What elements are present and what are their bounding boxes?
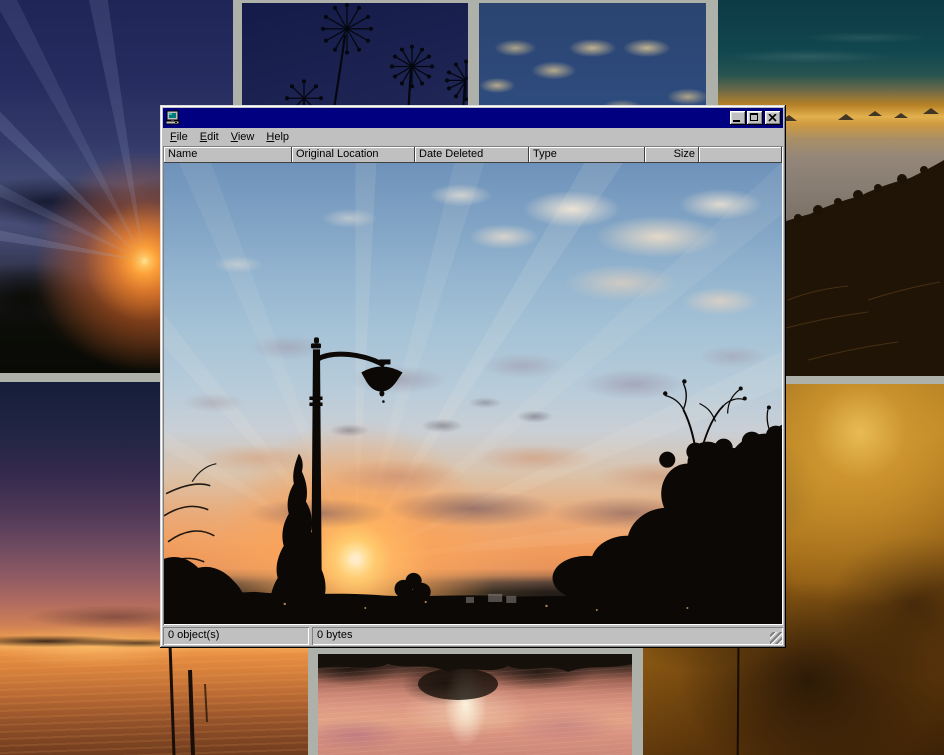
desktop: { "desktop": { "gap_color": "#adb1aa", "… bbox=[0, 0, 944, 755]
minimize-icon bbox=[733, 120, 740, 122]
left-bush bbox=[164, 557, 247, 624]
column-header-type[interactable]: Type bbox=[529, 147, 645, 163]
town-buildings bbox=[466, 594, 516, 603]
close-icon bbox=[768, 114, 777, 122]
column-header-size[interactable]: Size bbox=[645, 147, 699, 163]
minimize-button[interactable] bbox=[730, 111, 746, 125]
recycle-bin-window: File Edit View Help Name Original Locati… bbox=[160, 105, 786, 648]
status-object-count: 0 object(s) bbox=[163, 627, 309, 645]
tree-reflection-silhouette bbox=[318, 654, 632, 755]
sunset-lamppost-photo[interactable] bbox=[164, 163, 782, 624]
list-view: Name Original Location Date Deleted Type… bbox=[163, 146, 783, 625]
column-header-date-deleted[interactable]: Date Deleted bbox=[415, 147, 529, 163]
menu-file[interactable]: File bbox=[164, 129, 194, 145]
resize-grip[interactable] bbox=[770, 632, 782, 644]
maximize-button[interactable] bbox=[747, 111, 763, 125]
maximize-icon bbox=[750, 113, 758, 121]
cypress-tree bbox=[267, 454, 335, 624]
column-header-original-location[interactable]: Original Location bbox=[292, 147, 415, 163]
column-header-filler bbox=[699, 147, 782, 163]
computer-icon[interactable] bbox=[165, 110, 181, 126]
left-wisps bbox=[164, 464, 216, 566]
wallpaper-photo-water-reflection bbox=[318, 654, 632, 755]
titlebar[interactable] bbox=[163, 108, 783, 128]
column-header-name[interactable]: Name bbox=[164, 147, 292, 163]
menu-help[interactable]: Help bbox=[260, 129, 295, 145]
right-trees bbox=[553, 426, 782, 624]
fog-peaks bbox=[781, 108, 939, 121]
menu-view[interactable]: View bbox=[225, 129, 261, 145]
menu-edit[interactable]: Edit bbox=[194, 129, 225, 145]
menubar: File Edit View Help bbox=[163, 128, 783, 146]
silhouettes-layer bbox=[164, 163, 782, 624]
column-headers: Name Original Location Date Deleted Type… bbox=[164, 147, 782, 163]
close-button[interactable] bbox=[765, 111, 781, 125]
statusbar: 0 object(s) 0 bytes bbox=[163, 627, 783, 645]
status-total-size: 0 bytes bbox=[312, 627, 783, 645]
